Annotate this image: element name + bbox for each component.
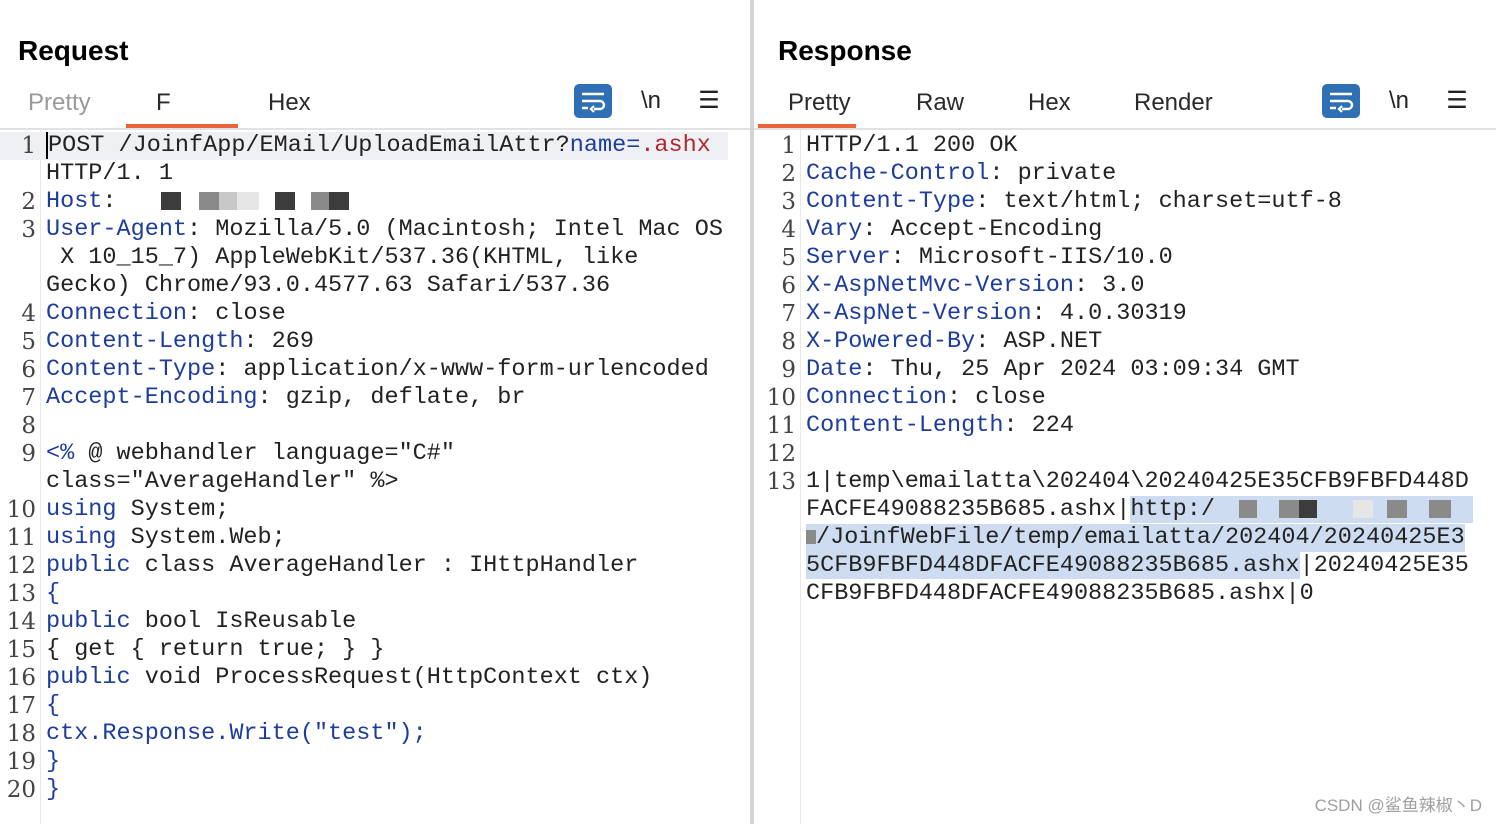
- selected-text: http:/: [1130, 496, 1473, 523]
- code-line: 6 Content-Type: application/x-www-form-u…: [21, 356, 709, 383]
- menu-icon[interactable]: ☰: [1442, 84, 1472, 118]
- wrap-lines-button[interactable]: [574, 84, 612, 118]
- response-title: Response: [778, 35, 912, 66]
- code-line: 6 X-AspNetMvc-Version: 3.0: [781, 272, 1145, 299]
- tab-raw[interactable]: Raw: [916, 84, 964, 128]
- code-line: FACFE49088235B685.ashx|http:/: [760, 496, 1496, 524]
- code-line: 2 Host:: [0, 188, 750, 216]
- code-line: 7 X-AspNet-Version: 4.0.30319: [781, 300, 1187, 327]
- response-editor[interactable]: 1 HTTP/1.1 200 OK 2 Cache-Control: priva…: [760, 132, 1496, 608]
- code-line: 12 public class AverageHandler : IHttpHa…: [6, 552, 639, 579]
- code-line: X 10_15_7) AppleWebKit/537.36(KHTML, lik…: [46, 244, 639, 271]
- request-editor[interactable]: 1 POST /JoinfApp/EMail/UploadEmailAttr?n…: [0, 132, 750, 804]
- wrap-lines-button[interactable]: [1322, 84, 1360, 118]
- code-line: 9 <% @ webhandler language="C#": [21, 440, 455, 467]
- code-line: 8: [21, 413, 36, 439]
- tab-hex[interactable]: Hex: [1028, 84, 1071, 128]
- code-line: 20 }: [6, 776, 61, 803]
- redacted-host: [160, 188, 349, 215]
- code-line: Gecko) Chrome/93.0.4577.63 Safari/537.36: [46, 272, 611, 299]
- tabs-divider: [0, 128, 750, 130]
- code-line: /JoinfWebFile/temp/emailatta/202404/2024…: [760, 524, 1496, 552]
- code-line: 5CFB9FBFD448DFACFE49088235B685.ashx|2024…: [806, 552, 1469, 579]
- code-line: 1 HTTP/1.1 200 OK: [781, 132, 1018, 159]
- wrap-lines-icon: [582, 92, 606, 113]
- code-line: HTTP/1. 1: [46, 160, 173, 187]
- tab-pretty-active[interactable]: Pretty: [758, 84, 856, 128]
- watermark: CSDN @鲨鱼辣椒丶D: [1314, 796, 1482, 815]
- code-line: 3 User-Agent: Mozilla/5.0 (Macintosh; In…: [21, 216, 723, 243]
- code-line: 5 Server: Microsoft-IIS/10.0: [781, 244, 1173, 271]
- menu-icon[interactable]: ☰: [694, 84, 724, 118]
- code-line: 5 Content-Length: 269: [21, 328, 314, 355]
- code-line: class="AverageHandler" %>: [46, 468, 399, 495]
- code-line: 7 Accept-Encoding: gzip, deflate, br: [21, 384, 526, 411]
- code-line: 18 ctx.Response.Write("test");: [6, 720, 427, 747]
- tab-raw-active[interactable]: F: [126, 84, 238, 128]
- code-line: 14 public bool IsReusable: [6, 608, 357, 635]
- response-pane: Response Pretty Raw Hex Render \n ☰ 1 HT…: [754, 0, 1496, 824]
- code-line: 16 public void ProcessRequest(HttpContex…: [6, 664, 653, 691]
- code-line: 8 X-Powered-By: ASP.NET: [781, 328, 1103, 355]
- code-line: 15 { get { return true; } }: [6, 636, 385, 663]
- code-line: 10 Connection: close: [766, 384, 1046, 411]
- code-line: 13 1|temp\emailatta\202404\20240425E35CF…: [766, 468, 1469, 495]
- tab-pretty[interactable]: Pretty: [28, 84, 91, 128]
- tab-hex[interactable]: Hex: [268, 84, 311, 128]
- code-line: 11 Content-Length: 224: [766, 412, 1074, 439]
- code-line: 10 using System;: [6, 496, 230, 523]
- code-line: 11 using System.Web;: [6, 524, 286, 551]
- code-line: 4 Vary: Accept-Encoding: [781, 216, 1103, 243]
- request-title: Request: [18, 35, 129, 66]
- code-line: 19 }: [6, 748, 61, 775]
- tab-render[interactable]: Render: [1134, 84, 1213, 128]
- code-line: 13 {: [6, 580, 61, 607]
- request-pane: Request Pretty F Hex \n ☰ 1 POST /JoinfA…: [0, 0, 750, 824]
- newline-toggle-button[interactable]: \n: [1384, 84, 1414, 118]
- tab-label: F: [156, 89, 171, 116]
- code-line: CFB9FBFD448DFACFE49088235B685.ashx|0: [806, 580, 1314, 607]
- tab-label: Pretty: [788, 89, 851, 116]
- code-line: 9 Date: Thu, 25 Apr 2024 03:09:34 GMT: [781, 356, 1300, 383]
- redacted-host: [1215, 496, 1473, 523]
- code-line: 4 Connection: close: [21, 300, 286, 327]
- code-line: 1 POST /JoinfApp/EMail/UploadEmailAttr?n…: [0, 132, 728, 160]
- wrap-lines-icon: [1330, 92, 1354, 113]
- tabs-divider: [754, 128, 1496, 130]
- code-line: 3 Content-Type: text/html; charset=utf-8: [781, 188, 1342, 215]
- code-line: 12: [766, 441, 796, 467]
- code-line: 17 {: [6, 692, 61, 719]
- newline-toggle-button[interactable]: \n: [636, 84, 666, 118]
- code-line: 2 Cache-Control: private: [781, 160, 1117, 187]
